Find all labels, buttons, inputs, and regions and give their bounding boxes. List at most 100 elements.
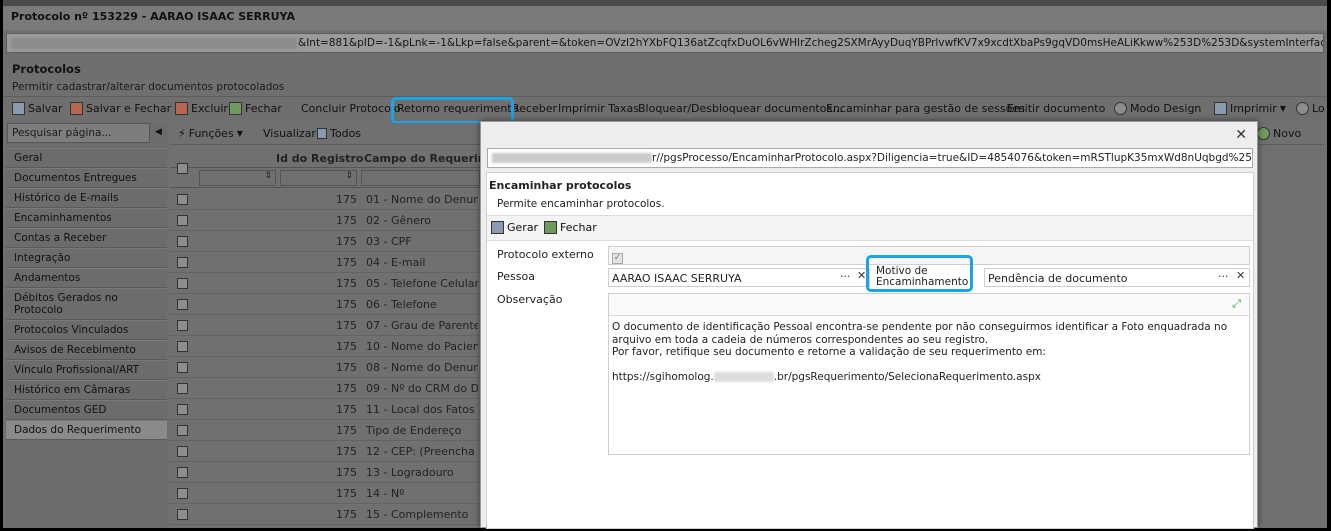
clear-icon[interactable]: ✕ [857, 269, 866, 282]
row-checkbox[interactable] [177, 215, 188, 226]
cell-campo: 05 - Telefone Celular [366, 277, 478, 290]
imprimir-taxas-button[interactable]: Imprimir Taxas [558, 102, 639, 115]
filter-input[interactable] [361, 170, 480, 186]
visualizar-button[interactable]: Visualizar [263, 127, 316, 140]
row-checkbox[interactable] [177, 362, 188, 373]
save-button[interactable]: Salvar [12, 102, 63, 115]
chevron-down-icon: ▼ [236, 129, 243, 138]
table-row[interactable]: 175 09 - Nº do CRM do Den [170, 378, 480, 399]
protocolo-externo-checkbox[interactable]: ✓ [612, 253, 623, 264]
sidebar-item-historico-emails[interactable]: Histórico de E-mails [6, 188, 167, 208]
fechar-button[interactable]: Fechar [544, 221, 597, 234]
lookup-ellipsis-icon[interactable]: ··· [1218, 270, 1229, 283]
row-checkbox[interactable] [177, 257, 188, 268]
sidebar-item-andamentos[interactable]: Andamentos [6, 268, 167, 288]
table-row[interactable]: 175 12 - CEP: (Preencha Pri [170, 441, 480, 462]
cell-campo: 14 - Nº [366, 487, 405, 500]
motivo-field[interactable]: Pendência de documento [984, 268, 1250, 287]
table-row[interactable]: 175 01 - Nome do Denuncia [170, 189, 480, 210]
table-row[interactable]: 175 02 - Gênero [170, 210, 480, 231]
save-close-button[interactable]: Salvar e Fechar [70, 102, 171, 115]
emitir-documento-button[interactable]: Emitir documento [1007, 102, 1105, 115]
row-checkbox[interactable] [177, 404, 188, 415]
redacted-url-prefix [11, 37, 297, 49]
table-row[interactable]: 175 06 - Telefone [170, 294, 480, 315]
sidebar-item-dados-requerimento[interactable]: Dados do Requerimento [6, 420, 167, 440]
table-row[interactable]: 175 05 - Telefone Celular [170, 273, 480, 294]
clear-icon[interactable]: ✕ [1236, 269, 1245, 282]
search-input[interactable]: Pesquisar página... [7, 123, 150, 143]
encaminhar-gestao-button[interactable]: Encaminhar para gestão de sessões [826, 102, 1025, 115]
row-checkbox[interactable] [177, 509, 188, 520]
main-toolbar: Salvar Salvar e Fechar Excluir Fechar Co… [3, 96, 1327, 121]
row-checkbox[interactable] [177, 278, 188, 289]
close-icon [544, 221, 557, 234]
sidebar-item-documentos-entregues[interactable]: Documentos Entregues [6, 168, 167, 188]
table-row[interactable]: 175 07 - Grau de Parentesco [170, 315, 480, 336]
row-checkbox[interactable] [177, 299, 188, 310]
row-checkbox[interactable] [177, 320, 188, 331]
dialog-address-text: r//pgsProcesso/EncaminharProtocolo.aspx?… [652, 152, 1253, 164]
row-checkbox[interactable] [177, 467, 188, 478]
close-icon [229, 102, 242, 115]
redacted-domain [713, 371, 774, 382]
observacao-textarea[interactable]: ⤢ O documento de identificação Pessoal e… [608, 293, 1250, 455]
sidebar-item-debitos-gerados[interactable]: Débitos Gerados no Protocolo [6, 288, 167, 320]
cell-id: 175 [336, 193, 357, 206]
filter-dropdown[interactable]: ⇕ [199, 170, 276, 186]
filter-dropdown[interactable]: ⇕ [280, 170, 357, 186]
collapse-arrow-icon[interactable]: ◀ [151, 123, 166, 143]
table-row[interactable]: 175 10 - Nome do Paciente [170, 336, 480, 357]
dialog-address-bar[interactable]: r//pgsProcesso/EncaminharProtocolo.aspx?… [487, 148, 1253, 168]
bloquear-documentos-button[interactable]: Bloquear/Desbloquear documentos... [638, 102, 843, 115]
gerar-button[interactable]: Gerar [491, 221, 538, 234]
table-row[interactable]: 175 15 - Complemento [170, 504, 480, 525]
table-row[interactable]: 175 03 - CPF [170, 231, 480, 252]
sidebar-item-historico-camaras[interactable]: Histórico em Câmaras [6, 380, 167, 400]
imprimir-button[interactable]: Imprimir ▼ [1214, 102, 1286, 115]
row-checkbox[interactable] [177, 488, 188, 499]
delete-button[interactable]: Excluir [175, 102, 228, 115]
column-id-registro[interactable]: Id do Registro [276, 152, 363, 165]
table-row[interactable]: 175 13 - Logradouro [170, 462, 480, 483]
sidebar-item-protocolos-vinculados[interactable]: Protocolos Vinculados [6, 320, 167, 340]
todos-button[interactable]: Todos [317, 127, 361, 140]
sidebar-item-documentos-ged[interactable]: Documentos GED [6, 400, 167, 420]
sidebar-item-encaminhamentos[interactable]: Encaminhamentos [6, 208, 167, 228]
dialog-panel: Encaminhar protocolos Permite encaminhar… [486, 172, 1254, 529]
sidebar: Pesquisar página... ◀ Geral Documentos E… [6, 123, 167, 528]
column-campo-requerimento[interactable]: Campo do Requerime [364, 152, 497, 165]
extra-toolbar-button[interactable]: Lo [1296, 102, 1325, 115]
address-bar[interactable]: &Int=881&pID=-1&pLnk=-1&Lkp=false&parent… [6, 33, 1324, 53]
cell-id: 175 [336, 403, 357, 416]
table-row[interactable]: 175 11 - Local dos Fatos (Cl [170, 399, 480, 420]
sidebar-item-vinculo-profissional[interactable]: Vínculo Profissional/ART [6, 360, 167, 380]
lookup-ellipsis-icon[interactable]: ··· [840, 270, 851, 283]
close-button[interactable]: Fechar [229, 102, 282, 115]
sidebar-item-integracao[interactable]: Integração [6, 248, 167, 268]
table-row[interactable]: 175 Tipo de Endereço [170, 420, 480, 441]
row-checkbox[interactable] [177, 194, 188, 205]
receber-button[interactable]: Receber [512, 102, 557, 115]
row-checkbox[interactable] [177, 425, 188, 436]
row-checkbox[interactable] [177, 236, 188, 247]
printer-icon [1214, 102, 1227, 115]
modo-design-button[interactable]: Modo Design [1114, 102, 1201, 115]
grid-right-actions: Novo [1257, 123, 1327, 153]
table-row[interactable]: 175 14 - Nº [170, 483, 480, 504]
sidebar-item-geral[interactable]: Geral [6, 148, 167, 168]
expand-icon[interactable]: ⤢ [1232, 297, 1241, 311]
sidebar-item-contas-receber[interactable]: Contas a Receber [6, 228, 167, 248]
table-row[interactable]: 175 08 - Nome do Denuncia [170, 357, 480, 378]
sidebar-item-avisos-recebimento[interactable]: Avisos de Recebimento [6, 340, 167, 360]
table-row[interactable]: 175 04 - E-mail [170, 252, 480, 273]
row-checkbox[interactable] [177, 383, 188, 394]
row-checkbox[interactable] [177, 341, 188, 352]
pessoa-field[interactable]: AARAO ISAAC SERRUYA [608, 268, 870, 287]
close-icon[interactable]: ✕ [1235, 127, 1247, 143]
novo-button[interactable]: Novo [1257, 127, 1301, 140]
cell-id: 175 [336, 214, 357, 227]
concluir-protocolo-button[interactable]: Concluir Protocolo [301, 102, 401, 115]
funcoes-button[interactable]: ⚡ Funções ▼ [178, 127, 243, 140]
row-checkbox[interactable] [177, 446, 188, 457]
